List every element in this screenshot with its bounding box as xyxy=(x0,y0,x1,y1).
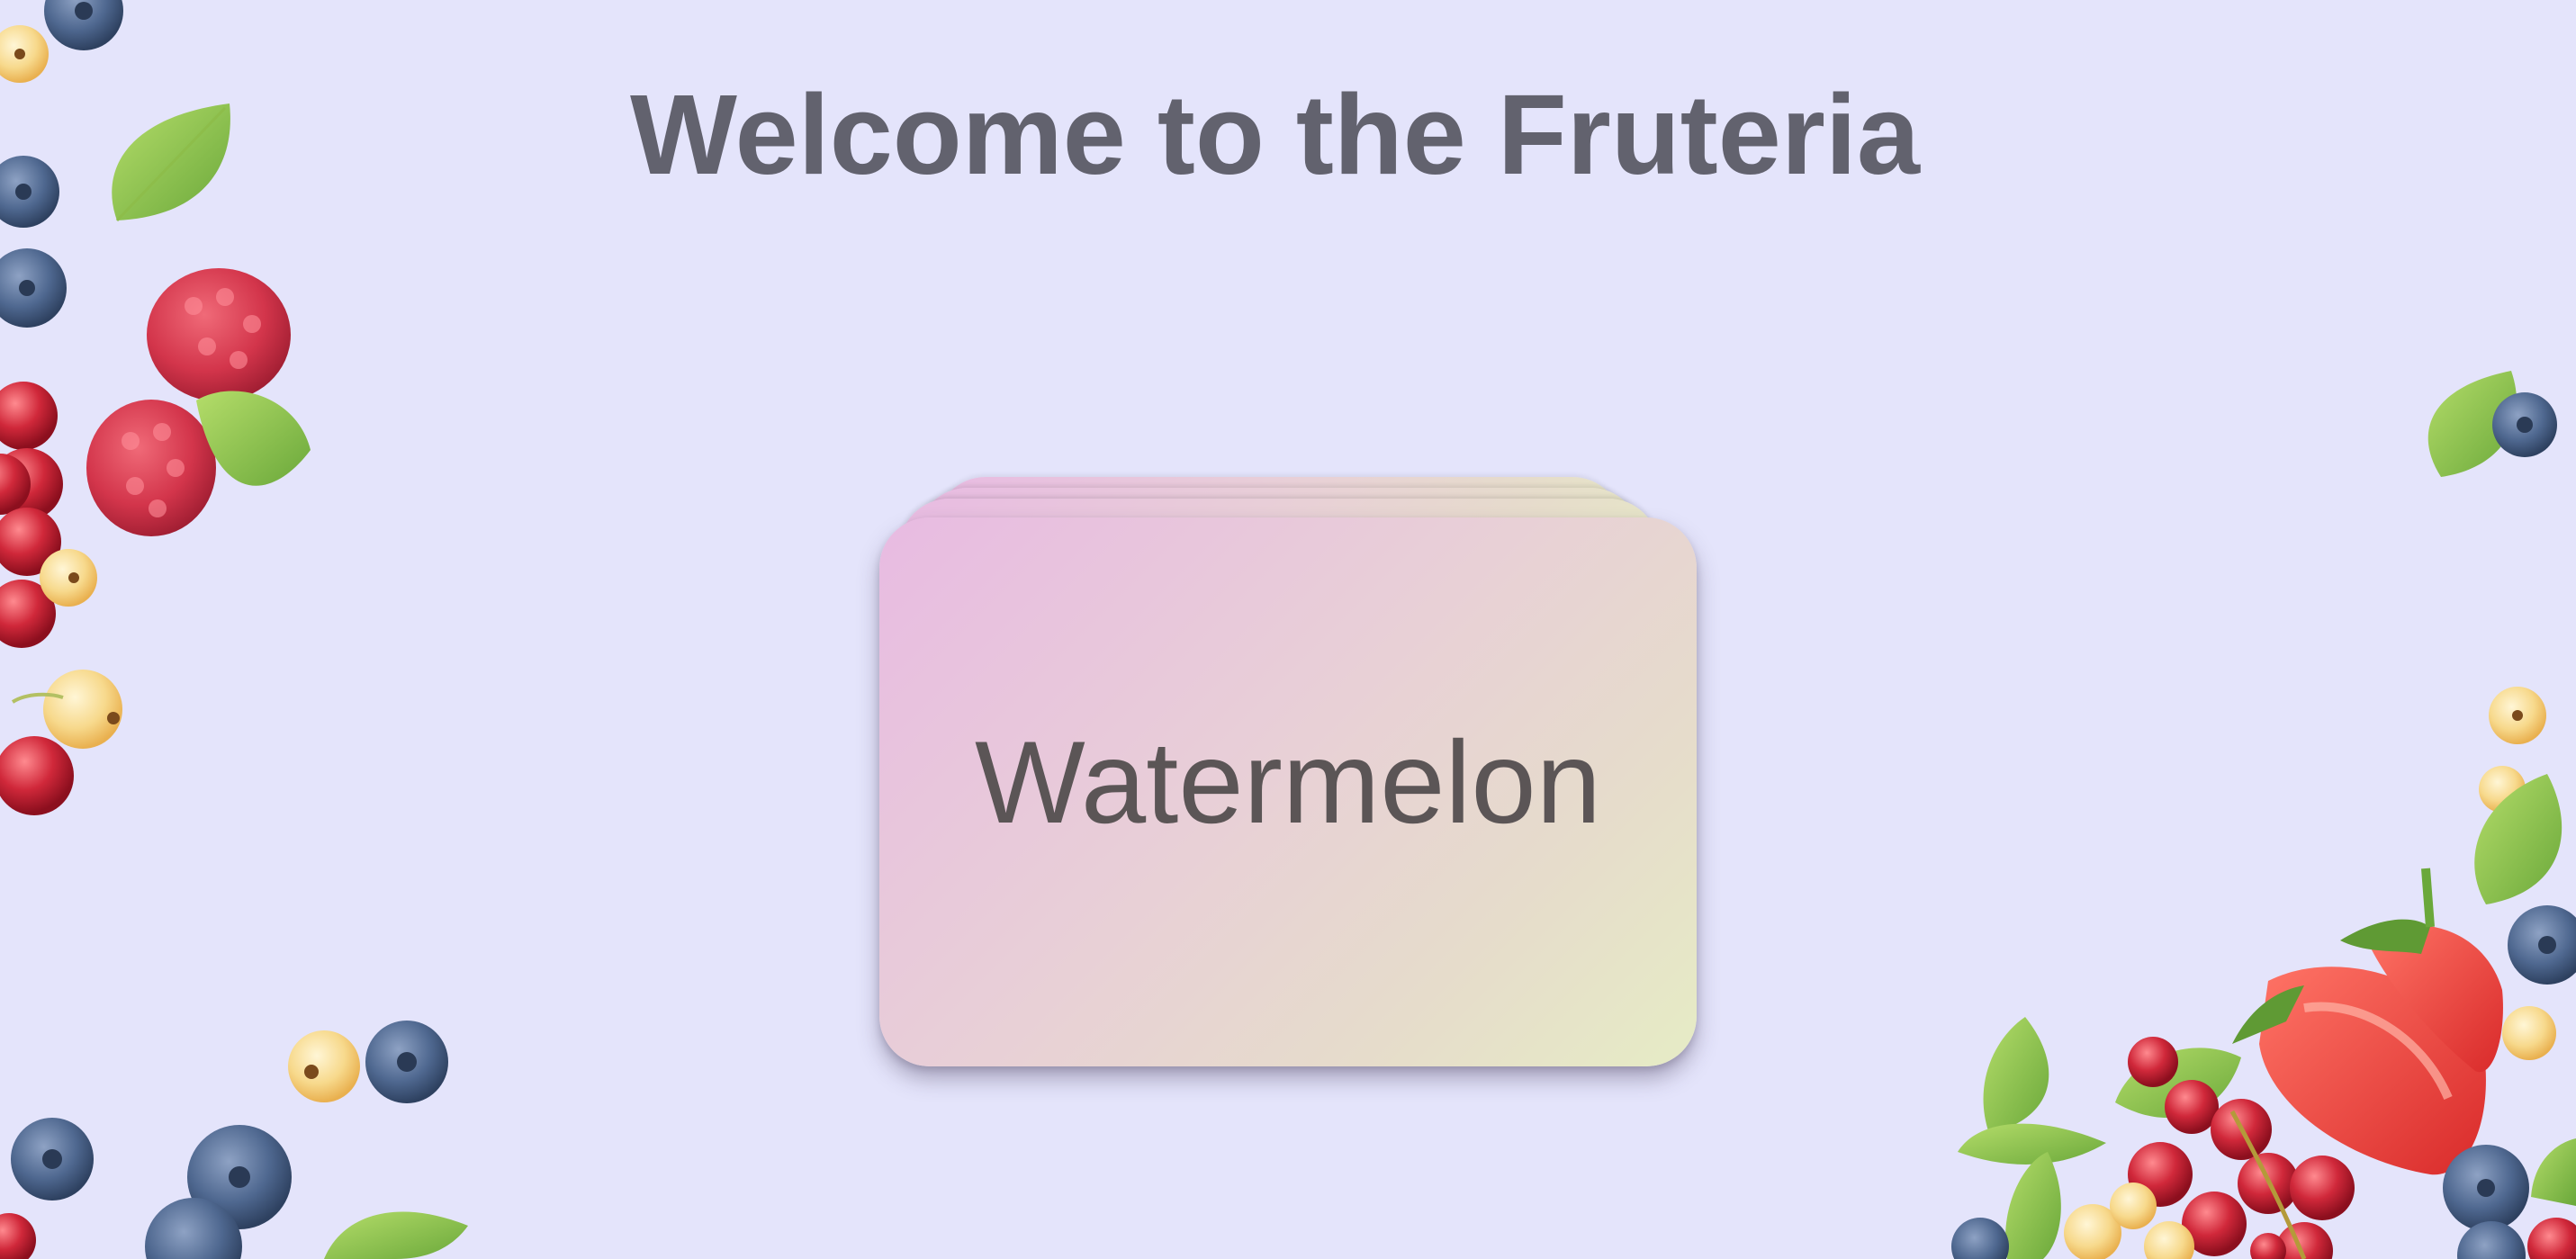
page-title: Welcome to the Fruteria xyxy=(630,71,1920,198)
current-card[interactable]: Watermelon xyxy=(879,517,1697,1066)
mint-leaf-icon xyxy=(2427,371,2517,477)
whitecurrant-icon xyxy=(2479,687,2556,1060)
mint-leaf-icon xyxy=(112,103,230,222)
whitecurrant-icon xyxy=(2064,1183,2194,1259)
mint-leaf-icon xyxy=(1958,774,2576,1259)
card-label: Watermelon xyxy=(975,716,1601,848)
flashcard-stack[interactable]: Watermelon xyxy=(879,477,1697,1066)
blueberry-icon xyxy=(1951,905,2576,1259)
raspberry-icon xyxy=(86,268,291,536)
redcurrant-icon xyxy=(0,1213,36,1259)
strawberry-icon xyxy=(2232,868,2503,1175)
redcurrant-icon xyxy=(0,382,74,815)
blueberry-icon xyxy=(2492,392,2557,457)
blueberry-icon xyxy=(11,1021,448,1259)
mint-leaf-icon xyxy=(196,391,311,486)
mint-leaf-icon xyxy=(324,1211,468,1259)
whitecurrant-icon xyxy=(288,1030,360,1102)
blueberry-icon xyxy=(44,0,123,50)
redcurrant-icon xyxy=(2128,1037,2576,1259)
blueberry-icon xyxy=(0,156,67,328)
whitecurrant-icon xyxy=(11,549,122,749)
whitecurrant-icon xyxy=(0,25,49,83)
